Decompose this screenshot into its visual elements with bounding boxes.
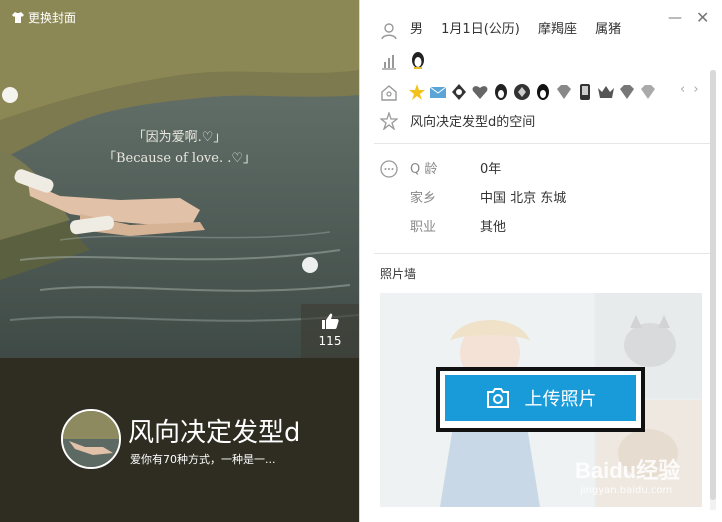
like-count: 115 <box>318 334 342 348</box>
mail-badge-icon[interactable] <box>429 83 447 101</box>
change-cover-button[interactable]: 更换封面 <box>12 9 76 26</box>
qage-label: Q 龄 <box>410 162 438 177</box>
cover-quote-line2: 「Because of love. .♡」 <box>103 151 256 166</box>
diamond-badge-icon[interactable] <box>555 83 573 101</box>
upload-photo-label: 上传照片 <box>524 389 597 410</box>
scrollbar-thumb[interactable] <box>710 70 716 500</box>
info-panel: — ✕ 男 1月1日(公历) 摩羯座 属猪 ‹ › 风向决定发型d的空间 Q 龄… <box>359 0 722 522</box>
badge-next-button[interactable]: › <box>693 82 698 97</box>
star-badge-icon[interactable] <box>408 83 426 101</box>
watermark-url: jingyan.baidu.com <box>580 485 673 496</box>
like-button[interactable]: 115 <box>301 304 359 358</box>
thumbs-up-icon <box>322 313 339 329</box>
penguin-badge-icon[interactable] <box>492 83 510 101</box>
star-outline-icon <box>380 112 398 130</box>
penguin-badge-icon[interactable] <box>450 83 468 101</box>
nickname: 风向决定发型d <box>128 418 298 448</box>
change-cover-label: 更换封面 <box>28 11 77 25</box>
diamond-badge-icon[interactable] <box>639 83 657 101</box>
signature: 爱你有70种方式，一种是一... <box>130 453 276 466</box>
chinese-zodiac: 属猪 <box>595 22 622 36</box>
occupation-label: 职业 <box>410 220 437 235</box>
person-icon <box>381 23 397 40</box>
hometown-value: 中国 北京 东城 <box>480 191 567 206</box>
penguin-badge-icon[interactable] <box>534 83 552 101</box>
badge-pager: ‹ › <box>676 82 699 97</box>
diamond-badge-icon[interactable] <box>513 83 531 101</box>
divider <box>374 253 714 254</box>
qage-value: 0年 <box>480 162 502 177</box>
occupation-value: 其他 <box>480 220 507 235</box>
upload-photo-button[interactable]: 上传照片 <box>445 375 636 421</box>
shirt-icon <box>12 12 24 23</box>
minimize-button[interactable]: — <box>668 10 682 26</box>
badge-prev-button[interactable]: ‹ <box>680 82 685 97</box>
birthday: 1月1日(公历) <box>441 22 520 36</box>
qzone-link[interactable]: 风向决定发型d的空间 <box>410 111 535 130</box>
gender: 男 <box>410 22 424 36</box>
photo-wall-title: 照片墙 <box>380 267 417 281</box>
hometown-label: 家乡 <box>410 191 437 206</box>
badge-row <box>408 83 657 101</box>
phone-badge-icon[interactable] <box>576 83 594 101</box>
more-icon <box>380 160 398 178</box>
cover-panel: 更换封面 「因为爱啊.♡」 「Because of love. .♡」 115 … <box>0 0 359 522</box>
heart-badge-icon[interactable] <box>471 83 489 101</box>
divider <box>374 143 714 144</box>
close-button[interactable]: ✕ <box>696 10 709 26</box>
zodiac: 摩羯座 <box>537 22 577 36</box>
scrollbar[interactable] <box>710 70 716 510</box>
basic-info: 男 1月1日(公历) 摩羯座 属猪 <box>410 18 650 36</box>
camera-icon <box>486 388 509 408</box>
penguin-icon <box>412 52 424 69</box>
upload-frame: 上传照片 <box>436 367 645 432</box>
photo-wall: Baidu经验 jingyan.baidu.com 上传照片 <box>380 293 702 507</box>
crown-badge-icon[interactable] <box>597 83 615 101</box>
home-icon <box>381 85 397 101</box>
avatar[interactable] <box>61 409 121 469</box>
level-chart-icon <box>382 55 396 70</box>
diamond-badge-icon[interactable] <box>618 83 636 101</box>
cover-quote-line1: 「因为爱啊.♡」 <box>132 130 227 145</box>
watermark-brand: Baidu经验 <box>575 458 681 483</box>
